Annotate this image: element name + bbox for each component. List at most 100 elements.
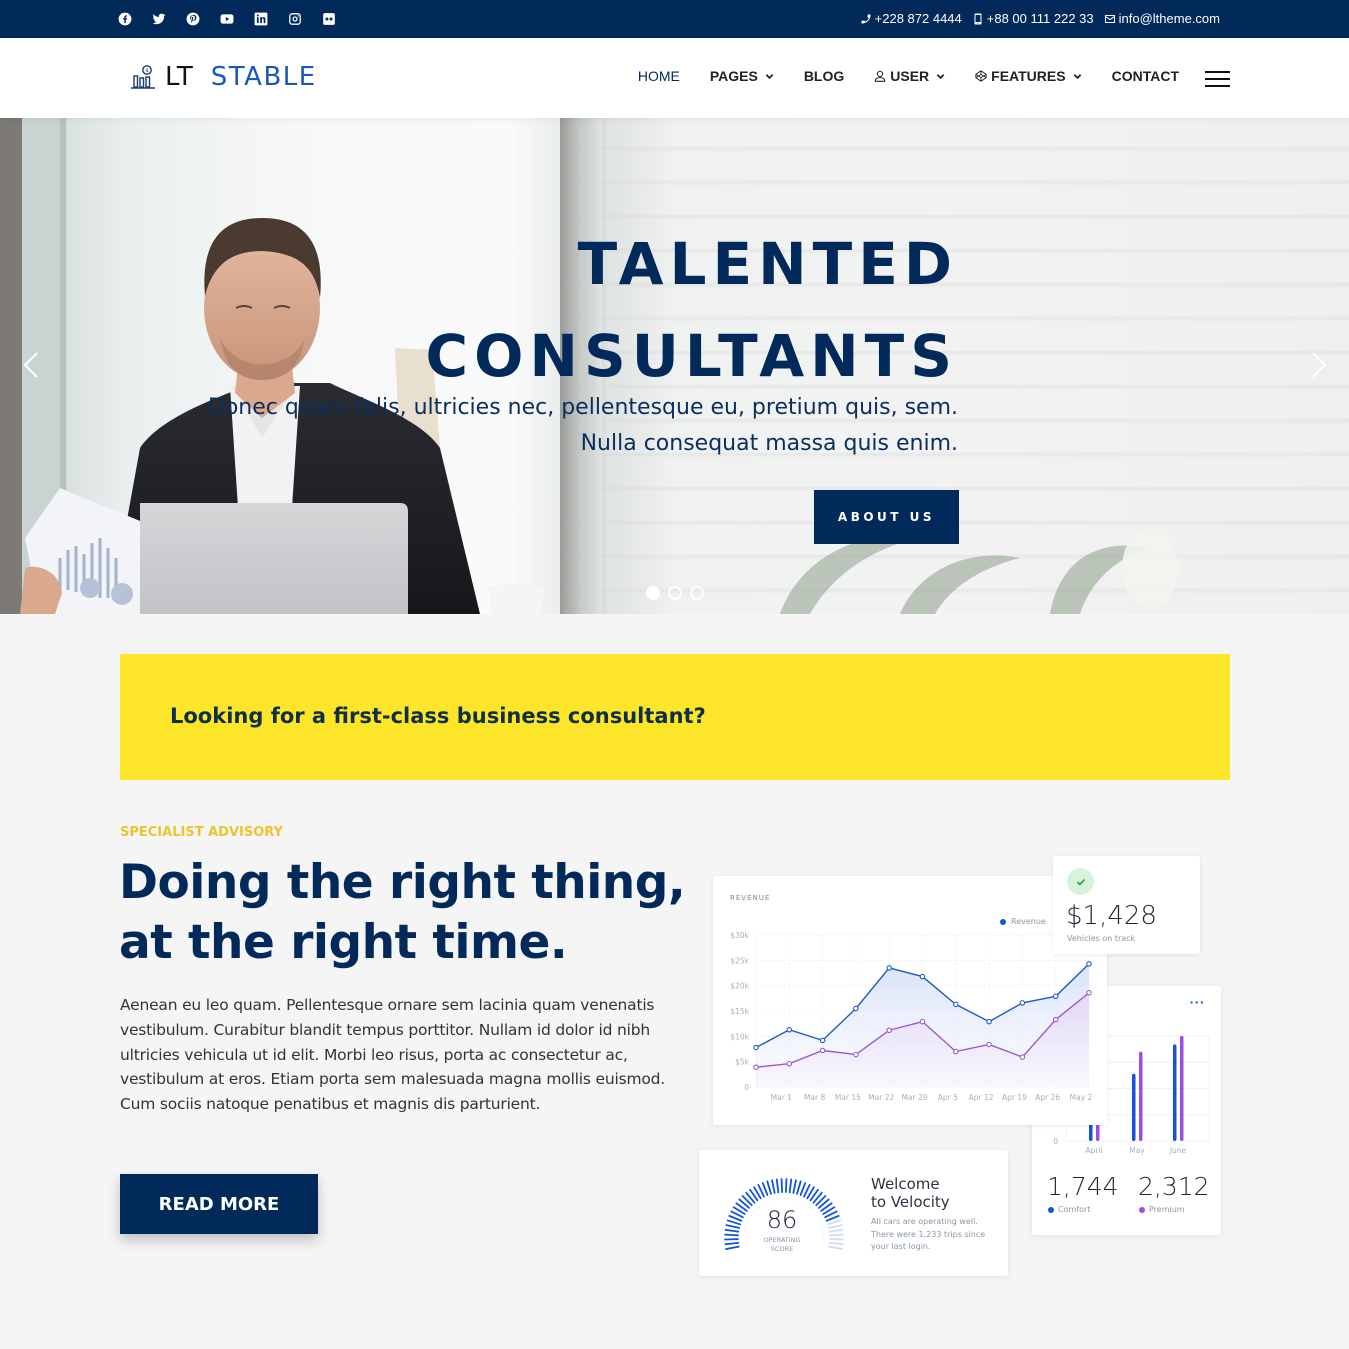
- nav-blog[interactable]: BLOG: [804, 68, 844, 84]
- operating-score-label-line1: OPERATING: [763, 1236, 801, 1244]
- slider-dot-1[interactable]: [646, 586, 660, 600]
- slider-next-chevron-right-icon[interactable]: [1308, 350, 1330, 380]
- x-tick-label: Apr 19: [1002, 1093, 1027, 1102]
- nav-home-label: HOME: [637, 68, 680, 84]
- revenue-series-purple-point: [1019, 1054, 1026, 1060]
- revenue-line-chart: 0 $5k $10k $15k $20k $25k $30k Mar 1 Mar 8 Mar 15…: [730, 931, 1092, 1102]
- hero-title: TALENTED CONSULTANTS: [426, 218, 958, 402]
- hero-slider: TALENTED CONSULTANTS Donec quam felis, u…: [0, 118, 1349, 614]
- nav-pages[interactable]: PAGES: [710, 68, 774, 84]
- phone-icon: [861, 14, 871, 23]
- revenue-series-blue-point: [786, 1026, 793, 1033]
- instagram-icon[interactable]: [288, 10, 322, 28]
- site-header: $ LT STABLE HOME PAGES BLOG USER FEATURE…: [0, 38, 1349, 118]
- x-tick-label: Apr 26: [1035, 1093, 1060, 1102]
- operating-score-label: OPERATING SCORE: [751, 1236, 813, 1254]
- x-tick-label: Mar 8: [804, 1093, 826, 1102]
- chevron-down-icon: [1073, 73, 1081, 79]
- revenue-series-purple-point: [953, 1048, 959, 1055]
- gauge-tick-active: [788, 1178, 793, 1194]
- nav-features[interactable]: FEATURES: [975, 68, 1081, 84]
- more-options-icon[interactable]: ···: [1189, 996, 1205, 1009]
- premium-legend: Premium: [1139, 1205, 1185, 1214]
- codepen-icon: [975, 70, 987, 82]
- gauge-tick-active: [792, 1179, 797, 1194]
- gauge-tick-active: [766, 1180, 772, 1195]
- revenue-series-purple-point: [753, 1064, 759, 1070]
- nav-user[interactable]: USER: [874, 68, 945, 84]
- nav-home[interactable]: HOME: [638, 68, 680, 84]
- linkedin-icon[interactable]: [254, 10, 288, 28]
- contact-info: +228 872 4444 +88 00 111 222 33 info@lth…: [860, 11, 1220, 26]
- nav-pages-label: PAGES: [709, 68, 758, 84]
- slider-prev-chevron-left-icon[interactable]: [20, 350, 42, 380]
- slider-dot-3[interactable]: [690, 586, 704, 600]
- x-tick-label: Mar 29: [901, 1093, 927, 1102]
- revenue-series-purple-point: [853, 1051, 859, 1058]
- flickr-icon[interactable]: [322, 10, 356, 28]
- premium-value: 2,312: [1138, 1172, 1210, 1201]
- email-contact[interactable]: info@ltheme.com: [1104, 11, 1220, 26]
- operating-score-value: 86: [766, 1206, 798, 1234]
- vehicles-stat-value: $1,428: [1066, 901, 1157, 931]
- comfort-label: Comfort: [1058, 1205, 1091, 1214]
- phone-contact[interactable]: +228 872 4444: [860, 11, 962, 26]
- revenue-series-purple-point: [819, 1047, 826, 1054]
- revenue-series-purple-point: [786, 1060, 793, 1067]
- y-tick-label: $25k: [730, 956, 749, 965]
- envelope-icon: [1104, 14, 1115, 23]
- twitter-icon[interactable]: [152, 10, 186, 28]
- slider-pagination: [646, 586, 704, 600]
- revenue-chart-card: REVENUE Revenue 0 $5k $10k $15k $20k $25k $30k…: [713, 876, 1107, 1125]
- site-logo[interactable]: $ LT STABLE: [130, 62, 317, 92]
- gauge-tick-inactive: [828, 1245, 843, 1250]
- revenue-series-blue-point: [986, 1018, 992, 1025]
- gauge-tick-active: [796, 1180, 802, 1195]
- section-headline: Doing the right thing, at the right time…: [119, 853, 699, 973]
- bar-x-tick-label: April: [1085, 1146, 1102, 1155]
- mobile-number: +88 00 111 222 33: [986, 11, 1094, 26]
- x-tick-label: Apr 12: [969, 1093, 994, 1102]
- nav-user-label: USER: [890, 68, 930, 84]
- nav-contact-label: CONTACT: [1111, 68, 1179, 84]
- email-address: info@ltheme.com: [1118, 11, 1220, 26]
- revenue-series-blue-point: [819, 1037, 826, 1044]
- top-bar: +228 872 4444 +88 00 111 222 33 info@lth…: [0, 0, 1349, 38]
- facebook-icon[interactable]: [118, 10, 152, 28]
- operating-score-card: 86 OPERATING SCORE Welcome to Velocity A…: [699, 1150, 1008, 1276]
- y-tick-label: $30k: [730, 931, 749, 940]
- about-us-button[interactable]: ABOUT US: [814, 490, 959, 544]
- chevron-down-icon: [936, 73, 945, 79]
- gauge-tick-active: [761, 1182, 769, 1196]
- gauge-tick-active: [771, 1179, 776, 1194]
- menu-toggle-hamburger-icon[interactable]: [1205, 71, 1230, 87]
- y-tick-label: $15k: [730, 1007, 749, 1016]
- nav-contact[interactable]: CONTACT: [1112, 68, 1179, 84]
- read-more-button[interactable]: READ MORE: [120, 1174, 318, 1234]
- main-nav: HOME PAGES BLOG USER FEATURES CONTACT: [638, 68, 1179, 84]
- gauge-tick-inactive: [829, 1233, 844, 1237]
- vehicles-stat-card: $1,428 Vehicles on track: [1053, 856, 1200, 954]
- youtube-icon[interactable]: [220, 10, 254, 28]
- gauge-tick-active: [725, 1224, 741, 1229]
- hero-title-line1: TALENTED: [577, 230, 958, 298]
- cta-banner-text: Looking for a first-class business consu…: [170, 704, 706, 728]
- gauge-tick-active: [726, 1219, 741, 1226]
- section-body-text: Aenean eu leo quam. Pellentesque ornare …: [120, 996, 665, 1114]
- revenue-series-blue-point: [1086, 961, 1092, 967]
- section-headline-line2: at the right time.: [119, 915, 568, 970]
- pinterest-icon[interactable]: [186, 10, 220, 28]
- svg-text:$: $: [146, 68, 149, 74]
- x-tick-label: Mar 22: [868, 1093, 894, 1102]
- slider-dot-2[interactable]: [668, 586, 682, 600]
- bar-x-tick-label: May: [1129, 1146, 1145, 1155]
- chevron-down-icon: [765, 73, 774, 79]
- gauge-tick-active: [784, 1178, 788, 1193]
- welcome-title-line1: Welcome: [871, 1175, 940, 1193]
- y-tick-label: 0: [744, 1083, 749, 1092]
- bar-comfort: [1173, 1044, 1177, 1141]
- hero-title-line2: CONSULTANTS: [425, 322, 958, 390]
- logo-text-lt: LT: [165, 62, 194, 92]
- section-eyebrow: SPECIALIST ADVISORY: [120, 825, 283, 840]
- mobile-contact[interactable]: +88 00 111 222 33: [972, 11, 1094, 26]
